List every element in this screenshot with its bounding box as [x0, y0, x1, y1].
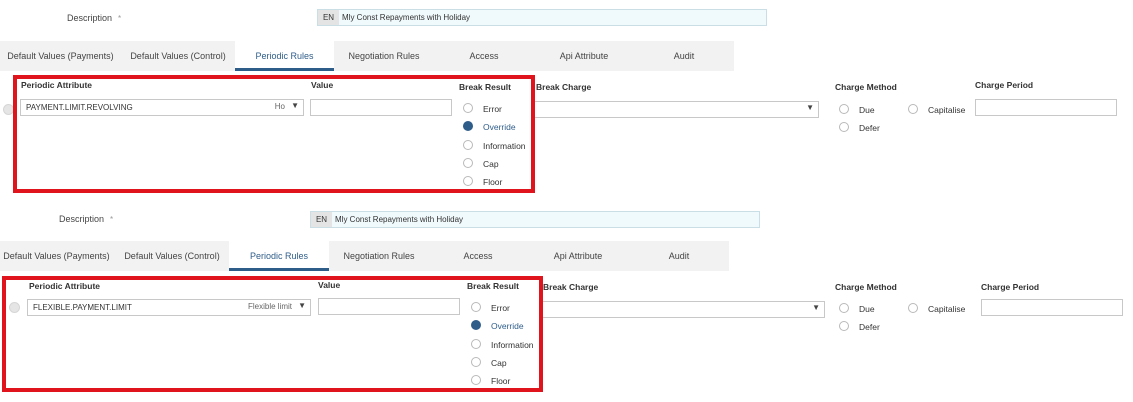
- break-charge-header: Break Charge: [536, 82, 592, 92]
- charge-method-due-radio[interactable]: [839, 303, 849, 313]
- charge-method-header: Charge Method: [835, 282, 897, 292]
- language-badge: EN: [318, 10, 339, 25]
- tab-default-values-payments[interactable]: Default Values (Payments): [0, 41, 121, 71]
- tab-api-attribute[interactable]: Api Attribute: [540, 241, 616, 271]
- charge-method-due-label: Due: [859, 105, 875, 115]
- charge-method-defer-radio[interactable]: [839, 122, 849, 132]
- charge-period-input[interactable]: [981, 299, 1123, 316]
- tab-audit[interactable]: Audit: [651, 241, 707, 271]
- charge-period-header: Charge Period: [975, 80, 1034, 90]
- tab-default-values-control[interactable]: Default Values (Control): [117, 241, 227, 271]
- tab-periodic-rules[interactable]: Periodic Rules: [235, 41, 334, 71]
- tab-negotiation-rules[interactable]: Negotiation Rules: [334, 41, 434, 71]
- tab-periodic-rules[interactable]: Periodic Rules: [229, 241, 329, 271]
- tab-default-values-payments[interactable]: Default Values (Payments): [0, 241, 113, 271]
- charge-method-capitalise-radio[interactable]: [908, 303, 918, 313]
- highlight-box: [2, 276, 543, 392]
- chevron-down-icon: ▼: [806, 103, 814, 112]
- break-charge-select[interactable]: ▼: [534, 101, 819, 118]
- description-value: Mly Const Repayments with Holiday: [335, 215, 464, 224]
- charge-method-capitalise-label: Capitalise: [928, 105, 966, 115]
- description-field[interactable]: EN Mly Const Repayments with Holiday: [317, 9, 767, 26]
- tab-api-attribute[interactable]: Api Attribute: [546, 41, 622, 71]
- description-label: Description *: [67, 13, 122, 23]
- highlight-box: [13, 75, 535, 193]
- charge-method-due-label: Due: [859, 304, 875, 314]
- tab-default-values-control[interactable]: Default Values (Control): [123, 41, 233, 71]
- charge-method-defer-label: Defer: [859, 322, 880, 332]
- tab-access[interactable]: Access: [442, 241, 514, 271]
- language-badge: EN: [311, 212, 332, 227]
- tab-bar: Default Values (Payments) Default Values…: [0, 41, 734, 71]
- chevron-down-icon: ▼: [812, 303, 820, 312]
- break-charge-select[interactable]: ▼: [541, 301, 825, 318]
- tab-audit[interactable]: Audit: [656, 41, 712, 71]
- charge-method-defer-radio[interactable]: [839, 321, 849, 331]
- charge-method-capitalise-radio[interactable]: [908, 104, 918, 114]
- charge-method-header: Charge Method: [835, 82, 897, 92]
- break-charge-header: Break Charge: [543, 282, 599, 292]
- description-value: Mly Const Repayments with Holiday: [342, 13, 471, 22]
- charge-method-capitalise-label: Capitalise: [928, 304, 966, 314]
- tab-access[interactable]: Access: [448, 41, 520, 71]
- charge-method-due-radio[interactable]: [839, 104, 849, 114]
- charge-method-defer-label: Defer: [859, 123, 880, 133]
- charge-period-input[interactable]: [975, 99, 1117, 116]
- charge-period-header: Charge Period: [981, 282, 1040, 292]
- description-label: Description *: [59, 214, 114, 224]
- tab-bar: Default Values (Payments) Default Values…: [0, 241, 729, 271]
- tab-negotiation-rules[interactable]: Negotiation Rules: [329, 241, 429, 271]
- description-field[interactable]: EN Mly Const Repayments with Holiday: [310, 211, 760, 228]
